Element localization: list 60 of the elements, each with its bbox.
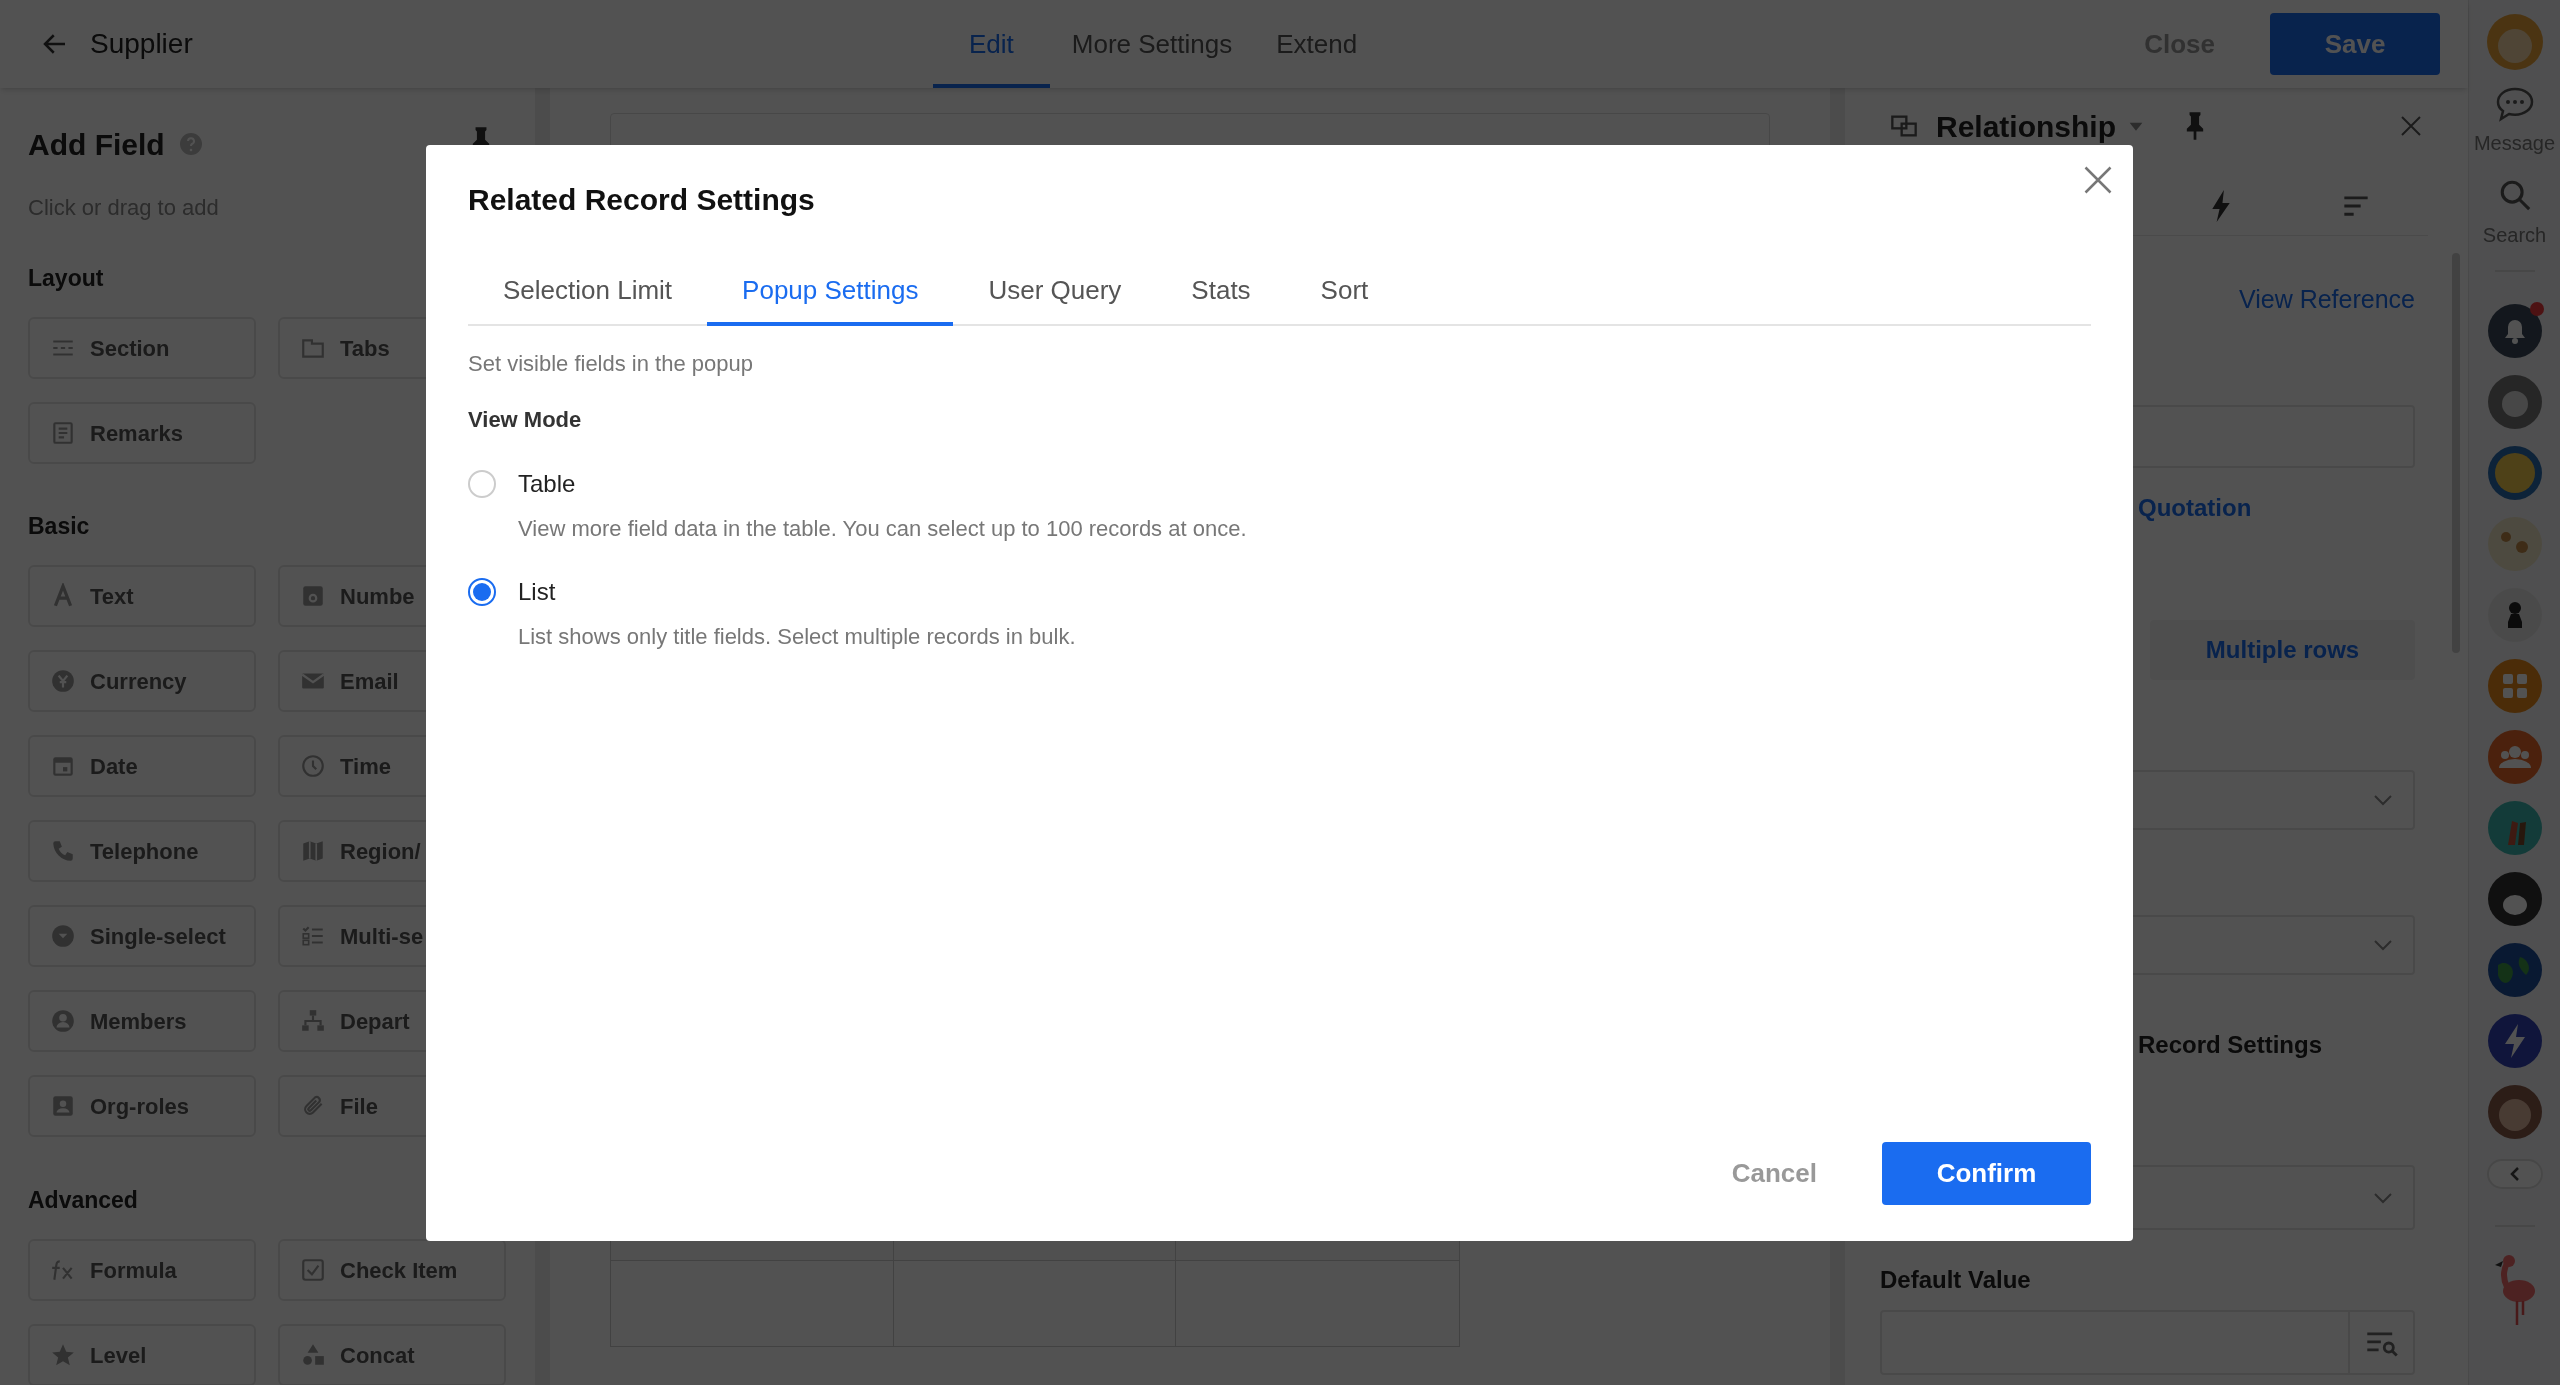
field-label: View Mode [468,406,583,434]
chat-icon[interactable] [2494,86,2535,122]
avatar[interactable] [2487,588,2542,642]
star-icon [50,1342,76,1368]
clock-icon [300,753,326,779]
multiple-rows-button[interactable]: Multiple rows [2150,620,2415,680]
dialog-title: Related Record Settings [468,182,816,218]
option-description: List shows only title fields. Select multiple records in bulk. [518,623,1077,651]
people-icon[interactable] [2487,730,2542,784]
avatar[interactable] [2487,375,2542,429]
tab[interactable]: Sort [1285,258,1404,326]
option-description: View more field data in the table. You can select up to 100 records at once. [518,515,1248,543]
lightning-icon[interactable] [2210,190,2232,222]
avatar[interactable] [2487,446,2542,500]
page-title: Supplier [90,27,193,61]
panel-title: Relationship [1936,108,2116,145]
sort-icon[interactable] [2342,194,2370,218]
chevron-left-icon [2508,1166,2521,1182]
tab[interactable]: User Query [953,258,1157,326]
grid-icon[interactable] [2487,659,2542,713]
radio-label: List [518,577,556,607]
phone-icon [50,838,76,864]
setting-label: Record Settings [2138,1030,2324,1060]
chevron-down-icon [2373,1191,2393,1204]
link[interactable]: View Reference [2238,283,2415,315]
avatar[interactable] [2487,1085,2542,1139]
avatar[interactable] [2487,943,2542,997]
shapes-icon [300,1342,326,1368]
avatar[interactable] [2487,517,2542,571]
lightning-icon[interactable] [2487,1014,2542,1068]
input-field[interactable] [1880,1310,2415,1375]
save-button[interactable]: Save [2270,13,2440,75]
chevron-down-icon [2373,939,2393,951]
record-link[interactable]: Quotation [2138,493,2415,523]
org-chart-icon [300,1008,326,1034]
map-icon [300,838,326,864]
checkbox-icon [300,1257,326,1283]
field-label: Default Value [1880,1265,2032,1295]
close-icon[interactable] [2083,165,2113,195]
close-icon[interactable] [2399,114,2423,138]
panel-title: Add Field [28,126,165,163]
section-heading: Advanced [28,1186,139,1214]
collapse-button[interactable] [2486,1159,2543,1189]
tab[interactable]: Popup Settings [707,258,954,326]
tab[interactable]: Stats [1156,258,1286,326]
avatar[interactable] [2487,872,2542,926]
radio-label: Table [518,469,576,499]
document-icon [50,420,76,446]
confirm-button[interactable]: Confirm [1882,1142,2091,1205]
avatar[interactable] [2487,801,2542,855]
currency-icon [50,668,76,694]
radio-button[interactable] [468,578,496,606]
cancel-button[interactable]: Cancel [1731,1154,1817,1193]
bell-icon[interactable] [2487,304,2542,358]
chevron-down-icon [2373,794,2393,806]
id-card-icon [50,1093,76,1119]
number-icon [300,583,326,609]
avatar[interactable] [2486,14,2543,70]
dropdown-icon [50,923,76,949]
person-icon [50,1008,76,1034]
